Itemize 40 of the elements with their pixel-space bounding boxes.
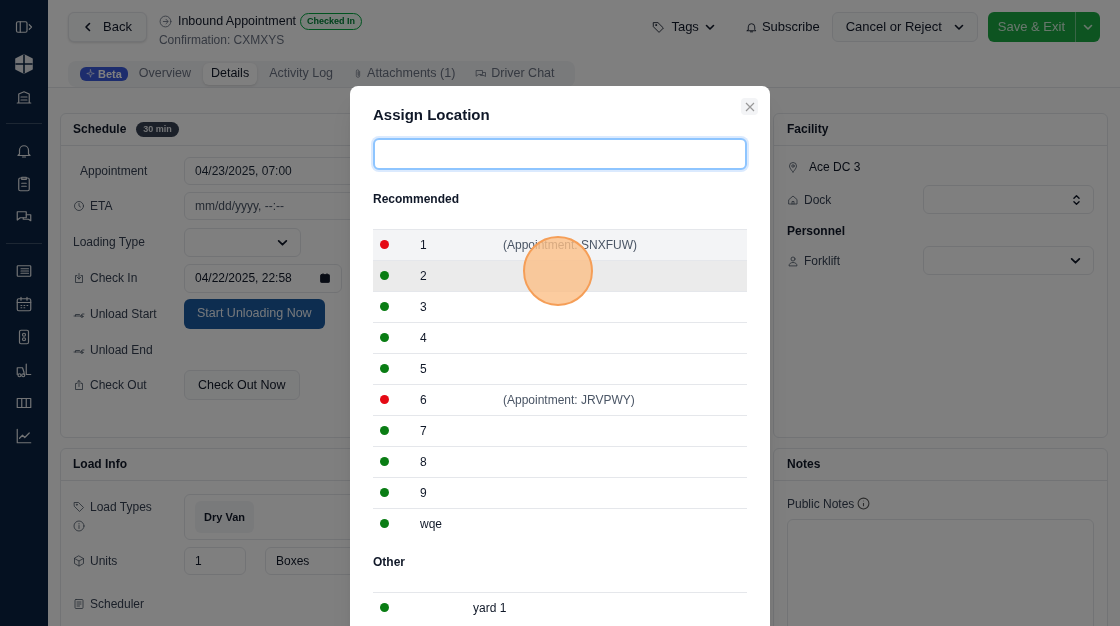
field-label: Appointment (80, 162, 148, 180)
page-title: Inbound Appointment (177, 13, 297, 30)
dialog-title: Assign Location (373, 105, 491, 125)
field-label: Scheduler (90, 595, 145, 613)
location-name: yard 1 (473, 599, 508, 617)
location-name: 3 (420, 298, 428, 316)
field-label: Units (90, 552, 118, 570)
field-label: Unload End (90, 341, 153, 359)
field-label: Check In (90, 270, 138, 288)
group-heading: Other (373, 553, 406, 571)
location-name: 7 (420, 422, 428, 440)
confirmation-text: Confirmation: CXMXYS (158, 31, 286, 49)
field-label: Forklift (804, 252, 840, 270)
location-name: wqe (420, 515, 443, 533)
location-name: 4 (420, 329, 428, 347)
field-label: Unload Start (90, 305, 157, 323)
field-label: Public Notes (787, 495, 855, 513)
field-label: ETA (90, 198, 113, 216)
card-title: Load Info (73, 456, 127, 474)
field-label: Dock (804, 191, 832, 209)
location-name: 1 (420, 236, 428, 254)
location-name: 9 (420, 484, 428, 502)
field-label: Loading Type (73, 234, 145, 252)
field-label: Load Types (90, 498, 152, 516)
status-badge: Checked In (300, 12, 363, 31)
duration-badge: 30 min (136, 121, 179, 137)
facility-name: Ace DC 3 (809, 159, 861, 177)
section-heading: Personnel (787, 222, 847, 240)
beta-badge: Beta (80, 66, 128, 81)
location-name: 8 (420, 453, 428, 471)
card-title: Notes (787, 456, 821, 474)
load-type-tag: Dry Van (195, 500, 254, 533)
group-heading: Recommended (373, 190, 461, 208)
location-name: 2 (420, 267, 428, 285)
location-name: 5 (420, 360, 428, 378)
card-title: Schedule (73, 121, 127, 139)
location-name: 6 (420, 391, 428, 409)
field-label: Check Out (90, 377, 147, 395)
appointment-note: (Appointment: JRVPWY) (503, 392, 635, 407)
card-title: Facility (787, 121, 829, 139)
